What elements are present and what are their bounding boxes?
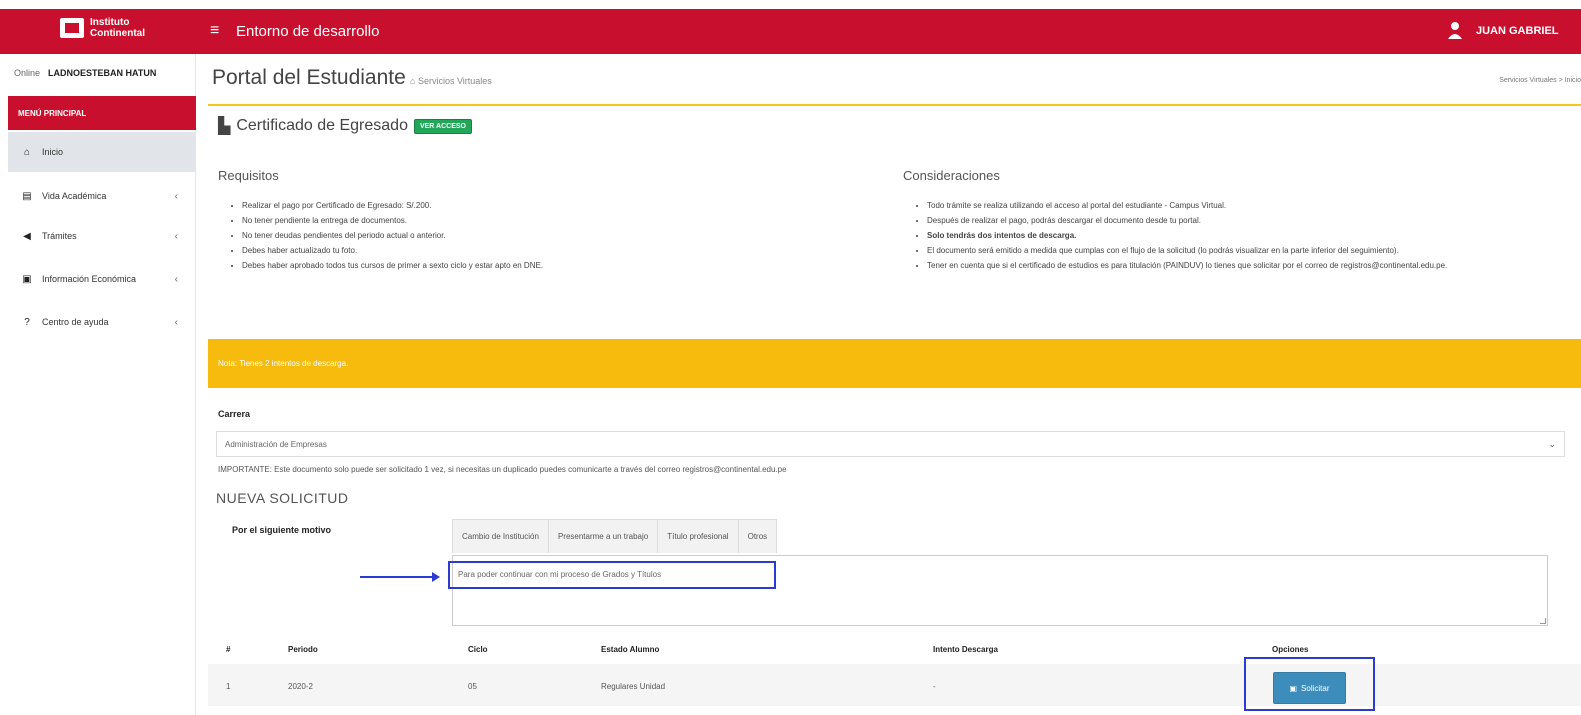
save-icon: ▣: [1289, 683, 1298, 693]
solicitar-label: Solicitar: [1301, 683, 1330, 693]
tab-otros[interactable]: Otros: [739, 520, 777, 553]
file-icon: ▙: [218, 118, 231, 135]
motivo-highlight-box: [448, 561, 776, 589]
document-icon: ▣: [22, 273, 32, 285]
resize-grip-icon[interactable]: [1540, 618, 1546, 624]
logo-line2: Continental: [90, 28, 145, 39]
certificate-heading: ▙ Certificado de Egresado VER ACCESO: [218, 116, 472, 136]
list-item: Debes haber actualizado tu foto.: [242, 243, 870, 258]
view-access-badge[interactable]: VER ACCESO: [413, 118, 472, 134]
header-num: #: [226, 645, 231, 654]
sidebar-user-name: LADNOESTEBAN HATUN: [48, 68, 157, 78]
sidebar-user-panel: Online LADNOESTEBAN HATUN: [14, 68, 156, 78]
header-ciclo: Ciclo: [468, 645, 488, 654]
requirements-list: Realizar el pago por Certificado de Egre…: [230, 198, 870, 273]
header-periodo: Periodo: [288, 645, 318, 654]
page-subtitle: ⌂ Servicios Virtuales: [410, 76, 492, 86]
list-item: Debes haber aprobado todos tus cursos de…: [242, 258, 870, 273]
home-icon: ⌂: [23, 146, 31, 158]
list-item: Todo trámite se realiza utilizando el ac…: [927, 198, 1555, 213]
list-item: Solo tendrás dos intentos de descarga.: [927, 228, 1555, 243]
cell-ciclo: 05: [468, 682, 477, 691]
page-title: Portal del Estudiante: [212, 66, 406, 89]
user-status: Online: [14, 68, 41, 78]
top-navbar: Instituto Continental ≡ Entorno de desar…: [0, 9, 1581, 54]
tab-titulo-profesional[interactable]: Título profesional: [658, 520, 739, 553]
carrera-value: Administración de Empresas: [225, 440, 327, 449]
list-item: Realizar el pago por Certificado de Egre…: [242, 198, 870, 213]
sidebar-item-inicio[interactable]: ⌂ Inicio: [8, 132, 196, 172]
title-divider: [208, 104, 1581, 106]
breadcrumb[interactable]: Servicios Virtuales > Inicio: [1499, 77, 1581, 84]
motivo-label: Por el siguiente motivo: [232, 525, 332, 535]
chevron-left-icon: ‹: [174, 230, 178, 242]
list-item: No tener pendiente la entrega de documen…: [242, 213, 870, 228]
logo-mark-icon: [60, 18, 84, 38]
chevron-down-icon: ⌄: [1548, 439, 1556, 449]
header-estado: Estado Alumno: [601, 645, 660, 654]
main-menu-header: MENÚ PRINCIPAL: [8, 96, 196, 130]
book-icon: ▤: [22, 190, 32, 202]
sidebar-item-vida-academica[interactable]: ▤ Vida Académica ‹: [8, 176, 196, 216]
user-menu[interactable]: JUAN GABRIEL: [1476, 25, 1559, 37]
download-attempts-alert: Nota: Tienes 2 intentos de descarga.: [208, 339, 1581, 388]
requirements-title: Requisitos: [218, 168, 279, 183]
sidebar-item-label: Información Económica: [42, 274, 137, 284]
tab-presentarme-trabajo[interactable]: Presentarme a un trabajo: [549, 520, 659, 553]
motivo-tabs: Cambio de Institución Presentarme a un t…: [452, 519, 778, 553]
sidebar-item-centro-de-ayuda[interactable]: ? Centro de ayuda ‹: [8, 302, 196, 342]
cell-num: 1: [226, 682, 231, 691]
help-icon: ?: [24, 316, 30, 328]
sidebar-item-label: Centro de ayuda: [42, 317, 109, 327]
chevron-left-icon: ‹: [174, 273, 178, 285]
annotation-arrow-motivo: [360, 572, 440, 582]
sidebar-item-label: Trámites: [42, 231, 77, 241]
certificate-title: Certificado de Egresado: [236, 117, 408, 134]
app-title: Entorno de desarrollo: [236, 23, 380, 40]
cell-estado: Regulares Unidad: [601, 682, 666, 691]
institution-logo[interactable]: Instituto Continental: [60, 17, 145, 39]
header-intento: Intento Descarga: [933, 645, 998, 654]
home-small-icon: ⌂: [410, 76, 418, 86]
considerations-title: Consideraciones: [903, 168, 1000, 183]
new-request-title: NUEVA SOLICITUD: [216, 490, 349, 506]
solicitar-button[interactable]: ▣ Solicitar: [1273, 672, 1346, 704]
list-item: Después de realizar el pago, podrás desc…: [927, 213, 1555, 228]
list-item: No tener deudas pendientes del periodo a…: [242, 228, 870, 243]
header-opciones: Opciones: [1272, 645, 1309, 654]
cell-periodo: 2020-2: [288, 682, 313, 691]
table-header: # Periodo Ciclo Estado Alumno Intento De…: [208, 634, 1581, 662]
list-item: El documento será emitido a medida que c…: [927, 243, 1555, 258]
logo-line1: Instituto: [90, 17, 130, 28]
carrera-select[interactable]: Administración de Empresas ⌄: [216, 431, 1565, 457]
megaphone-icon: ◀: [23, 230, 31, 242]
sidebar-item-label: Vida Académica: [42, 191, 107, 201]
chevron-left-icon: ‹: [174, 190, 178, 202]
carrera-label: Carrera: [218, 409, 251, 419]
sidebar-item-informacion-economica[interactable]: ▣ Información Económica ‹: [8, 259, 196, 299]
chevron-left-icon: ‹: [174, 316, 178, 328]
important-note: IMPORTANTE: Este documento solo puede se…: [218, 465, 787, 474]
list-item: Tener en cuenta que si el certificado de…: [927, 258, 1555, 273]
sidebar-item-label: Inicio: [42, 147, 64, 157]
considerations-list: Todo trámite se realiza utilizando el ac…: [915, 198, 1555, 273]
cell-intento: -: [933, 682, 936, 691]
sidebar-item-tramites[interactable]: ◀ Trámites ‹: [8, 216, 196, 256]
sidebar: Online LADNOESTEBAN HATUN MENÚ PRINCIPAL…: [0, 54, 196, 715]
hamburger-icon[interactable]: ≡: [210, 22, 219, 40]
table-row: 1 2020-2 05 Regulares Unidad -: [208, 664, 1581, 706]
tab-cambio-institucion[interactable]: Cambio de Institución: [453, 520, 549, 553]
user-icon[interactable]: [1447, 20, 1463, 40]
